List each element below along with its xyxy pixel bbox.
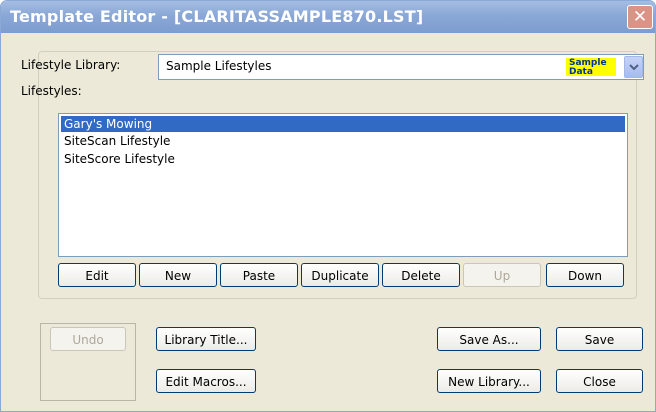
sample-data-badge-line2: Data — [569, 67, 593, 77]
window-title: Template Editor - [CLARITASSAMPLE870.LST… — [10, 7, 424, 26]
template-editor-window: Template Editor - [CLARITASSAMPLE870.LST… — [0, 0, 656, 412]
chevron-down-icon — [629, 64, 639, 71]
new-library-button[interactable]: New Library... — [437, 369, 541, 393]
paste-button[interactable]: Paste — [220, 263, 298, 287]
library-title-button[interactable]: Library Title... — [156, 327, 256, 351]
delete-button[interactable]: Delete — [382, 263, 460, 287]
dropdown-arrow-button[interactable] — [624, 56, 643, 78]
close-button[interactable]: Close — [556, 369, 643, 393]
save-as-button[interactable]: Save As... — [437, 327, 541, 351]
lifestyle-library-dropdown[interactable]: Sample Lifestyles Sample Data — [158, 54, 644, 80]
save-button[interactable]: Save — [556, 327, 643, 351]
undo-button[interactable]: Undo — [50, 327, 126, 351]
edit-button[interactable]: Edit — [58, 263, 136, 287]
edit-macros-button[interactable]: Edit Macros... — [156, 369, 256, 393]
up-button[interactable]: Up — [463, 263, 541, 287]
close-icon: ✕ — [632, 7, 648, 27]
duplicate-button[interactable]: Duplicate — [301, 263, 379, 287]
lifestyle-library-label: Lifestyle Library: — [21, 58, 121, 72]
lifestyle-library-value: Sample Lifestyles — [166, 59, 272, 73]
close-window-button[interactable]: ✕ — [627, 5, 653, 29]
lifestyles-listbox[interactable]: Gary's Mowing SiteScan Lifestyle SiteSco… — [58, 113, 628, 257]
lifestyles-label: Lifestyles: — [21, 84, 82, 98]
down-button[interactable]: Down — [546, 263, 624, 287]
list-item-garys-mowing[interactable]: Gary's Mowing — [61, 116, 625, 132]
new-button[interactable]: New — [139, 263, 217, 287]
title-bar[interactable]: Template Editor - [CLARITASSAMPLE870.LST… — [1, 1, 655, 33]
sample-data-badge: Sample Data — [566, 58, 616, 77]
list-item-sitescore-lifestyle[interactable]: SiteScore Lifestyle — [61, 151, 625, 167]
list-item-sitescan-lifestyle[interactable]: SiteScan Lifestyle — [61, 133, 625, 149]
